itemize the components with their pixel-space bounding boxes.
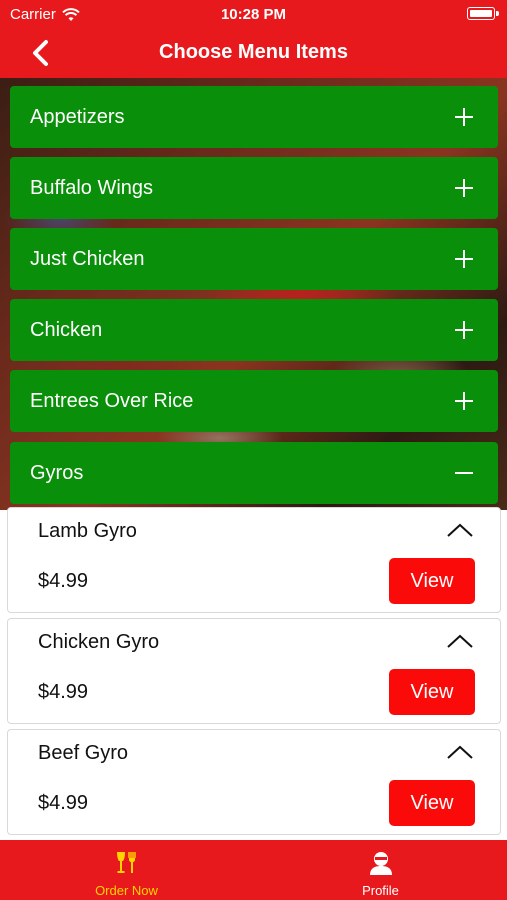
- tab-order-now[interactable]: Order Now: [0, 840, 253, 900]
- item-price: $4.99: [38, 570, 89, 592]
- chevron-up-icon[interactable]: [446, 522, 474, 538]
- tab-profile[interactable]: Profile: [254, 840, 507, 900]
- menu-item-card: Beef Gyro $4.99 View: [7, 729, 501, 835]
- battery-icon: [467, 7, 499, 20]
- item-price: $4.99: [38, 681, 89, 703]
- tab-bar: Order Now Profile: [0, 840, 507, 900]
- item-name: Lamb Gyro: [38, 520, 137, 542]
- menu-item-card: Chicken Gyro $4.99 View: [7, 618, 501, 724]
- plus-icon: [455, 392, 473, 410]
- tab-label: Profile: [362, 883, 399, 898]
- plus-icon: [455, 108, 473, 126]
- category-chicken[interactable]: Chicken: [10, 299, 498, 361]
- plus-icon: [455, 321, 473, 339]
- menu-item-card: Lamb Gyro $4.99 View: [7, 507, 501, 613]
- profile-icon: [369, 852, 392, 875]
- category-entrees-over-rice[interactable]: Entrees Over Rice: [10, 370, 498, 432]
- plus-icon: [455, 250, 473, 268]
- category-gyros[interactable]: Gyros: [10, 442, 498, 504]
- plus-icon: [455, 179, 473, 197]
- category-label: Appetizers: [30, 106, 125, 128]
- tab-label: Order Now: [95, 883, 158, 898]
- status-bar: Carrier 10:28 PM: [0, 0, 507, 30]
- category-label: Chicken: [30, 319, 103, 341]
- status-time: 10:28 PM: [220, 6, 287, 23]
- chevron-up-icon[interactable]: [446, 744, 474, 760]
- category-label: Buffalo Wings: [30, 177, 154, 199]
- category-just-chicken[interactable]: Just Chicken: [10, 228, 498, 290]
- category-label: Entrees Over Rice: [30, 390, 194, 412]
- category-label: Just Chicken: [30, 248, 145, 270]
- item-price: $4.99: [38, 792, 89, 814]
- minus-icon: [455, 472, 473, 474]
- item-name: Beef Gyro: [38, 742, 129, 764]
- view-button[interactable]: View: [389, 558, 475, 604]
- category-label: Gyros: [30, 462, 84, 484]
- item-name: Chicken Gyro: [38, 631, 160, 653]
- view-button[interactable]: View: [389, 780, 475, 826]
- view-button[interactable]: View: [389, 669, 475, 715]
- page-title: Choose Menu Items: [159, 41, 348, 63]
- dining-icon: [116, 852, 136, 873]
- category-appetizers[interactable]: Appetizers: [10, 86, 498, 148]
- chevron-up-icon[interactable]: [446, 633, 474, 649]
- category-buffalo-wings[interactable]: Buffalo Wings: [10, 157, 498, 219]
- navigation-bar: Choose Menu Items: [0, 30, 507, 78]
